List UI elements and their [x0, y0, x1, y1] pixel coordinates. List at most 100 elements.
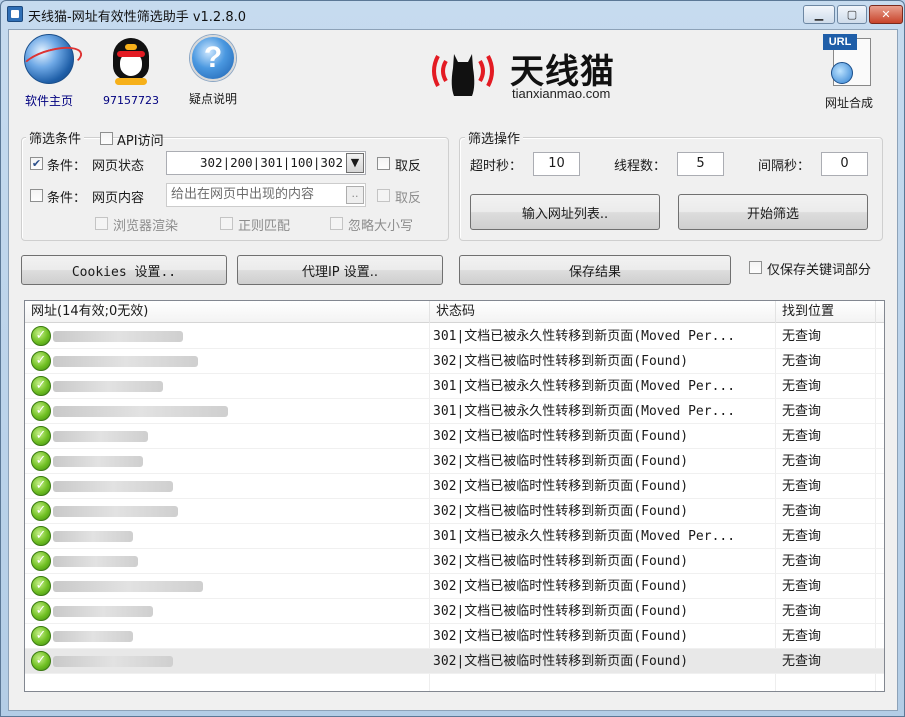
threads-input[interactable]: 5 — [677, 152, 724, 176]
position-cell: 无查询 — [782, 554, 822, 569]
regex-checkbox[interactable] — [220, 217, 233, 230]
position-cell: 无查询 — [782, 429, 822, 444]
table-row[interactable]: ✓ 301|文档已被永久性转移到新页面(Moved Per... 无查询 — [25, 524, 884, 549]
browser-render-checkbox[interactable] — [95, 217, 108, 230]
home-tool[interactable]: 软件主页 — [19, 34, 79, 109]
title-bar[interactable]: 天线猫-网址有效性筛选助手 v1.2.8.0 ▁ ▢ ✕ — [1, 1, 904, 28]
cond1-invert-label: 取反 — [395, 159, 422, 174]
cond1-field: 网页状态 — [92, 159, 145, 174]
input-url-list-button[interactable]: 输入网址列表.. — [470, 194, 660, 230]
check-icon: ✓ — [31, 501, 51, 521]
url-tag: URL — [823, 34, 857, 50]
minimize-button[interactable]: ▁ — [803, 5, 835, 24]
timeout-input[interactable]: 10 — [533, 152, 580, 176]
position-cell: 无查询 — [782, 379, 822, 394]
table-row[interactable]: ✓ 301|文档已被永久性转移到新页面(Moved Per... 无查询 — [25, 374, 884, 399]
keyword-only-checkbox[interactable] — [749, 261, 762, 274]
operation-group-label: 筛选操作 — [465, 128, 524, 147]
table-row[interactable]: ✓ 302|文档已被临时性转移到新页面(Found) 无查询 — [25, 649, 884, 674]
redacted-url — [53, 606, 153, 617]
status-cell: 301|文档已被永久性转移到新页面(Moved Per... — [433, 529, 736, 544]
cond1-label: 条件： — [47, 159, 87, 174]
table-row[interactable]: ✓ 301|文档已被永久性转移到新页面(Moved Per... 无查询 — [25, 324, 884, 349]
table-row[interactable]: ✓ 302|文档已被临时性转移到新页面(Found) 无查询 — [25, 599, 884, 624]
status-cell: 302|文档已被临时性转移到新页面(Found) — [433, 454, 689, 469]
status-cell: 302|文档已被临时性转移到新页面(Found) — [433, 579, 689, 594]
redacted-url — [53, 356, 198, 367]
brand-domain: tianxianmao.com — [512, 86, 611, 101]
status-cell: 301|文档已被永久性转移到新页面(Moved Per... — [433, 379, 736, 394]
home-label[interactable]: 软件主页 — [19, 92, 79, 109]
check-icon: ✓ — [31, 651, 51, 671]
browser-render-label: 浏览器渲染 — [113, 219, 179, 234]
url-cell: ✓ — [25, 324, 428, 349]
qq-penguin-icon — [111, 34, 151, 86]
table-row[interactable]: ✓ 302|文档已被临时性转移到新页面(Found) 无查询 — [25, 449, 884, 474]
position-cell: 无查询 — [782, 479, 822, 494]
url-cell: ✓ — [25, 524, 428, 549]
url-merge-label[interactable]: 网址合成 — [825, 94, 873, 111]
app-icon — [7, 6, 23, 22]
results-table[interactable]: 网址(14有效;0无效) 状态码 找到位置 ✓ 301|文档已被永久性转移到新页面… — [24, 300, 885, 692]
table-row[interactable]: ✓ 302|文档已被临时性转移到新页面(Found) 无查询 — [25, 474, 884, 499]
help-label[interactable]: 疑点说明 — [181, 90, 245, 107]
table-row[interactable]: ✓ 302|文档已被临时性转移到新页面(Found) 无查询 — [25, 549, 884, 574]
redacted-url — [53, 381, 163, 392]
header-url[interactable]: 网址(14有效;0无效) — [25, 301, 430, 323]
threads-label: 线程数： — [614, 159, 667, 174]
ignore-case-label: 忽略大小写 — [348, 219, 414, 234]
start-filter-button[interactable]: 开始筛选 — [678, 194, 868, 230]
redacted-url — [53, 506, 178, 517]
check-icon: ✓ — [31, 401, 51, 421]
url-merge-tool[interactable]: URL — [823, 32, 875, 90]
cond2-checkbox[interactable] — [30, 189, 43, 202]
position-cell: 无查询 — [782, 604, 822, 619]
status-cell: 302|文档已被临时性转移到新页面(Found) — [433, 629, 689, 644]
header-status[interactable]: 状态码 — [430, 301, 776, 323]
table-row[interactable]: ✓ 302|文档已被临时性转移到新页面(Found) 无查询 — [25, 499, 884, 524]
status-cell: 302|文档已被临时性转移到新页面(Found) — [433, 554, 689, 569]
cond2-invert-checkbox[interactable] — [377, 189, 390, 202]
proxy-settings-button[interactable]: 代理IP 设置.. — [237, 255, 443, 285]
save-results-button[interactable]: 保存结果 — [459, 255, 731, 285]
status-cell: 302|文档已被临时性转移到新页面(Found) — [433, 604, 689, 619]
url-cell: ✓ — [25, 449, 428, 474]
table-row[interactable]: ✓ 302|文档已被临时性转移到新页面(Found) 无查询 — [25, 424, 884, 449]
header-position[interactable]: 找到位置 — [776, 301, 876, 323]
url-cell: ✓ — [25, 424, 428, 449]
content-input[interactable]: 给出在网页中出现的内容 — [166, 183, 366, 207]
check-icon: ✓ — [31, 326, 51, 346]
cookies-settings-button[interactable]: Cookies 设置.. — [21, 255, 227, 285]
window-title: 天线猫-网址有效性筛选助手 v1.2.8.0 — [28, 10, 246, 25]
small-globe-icon — [831, 62, 853, 84]
table-row[interactable]: ✓ 301|文档已被永久性转移到新页面(Moved Per... 无查询 — [25, 399, 884, 424]
position-cell: 无查询 — [782, 579, 822, 594]
cond1-invert-checkbox[interactable] — [377, 157, 390, 170]
check-icon: ✓ — [31, 551, 51, 571]
interval-input[interactable]: 0 — [821, 152, 868, 176]
table-row[interactable]: ✓ 302|文档已被临时性转移到新页面(Found) 无查询 — [25, 349, 884, 374]
table-row[interactable]: ✓ 302|文档已被临时性转移到新页面(Found) 无查询 — [25, 574, 884, 599]
ignore-case-checkbox[interactable] — [330, 217, 343, 230]
position-cell: 无查询 — [782, 404, 822, 419]
cond1-checkbox[interactable]: ✔ — [30, 157, 43, 170]
more-button[interactable]: .. — [346, 186, 364, 204]
globe-icon — [24, 34, 74, 84]
api-checkbox[interactable] — [100, 132, 113, 145]
chevron-down-icon[interactable]: ▼ — [346, 153, 364, 173]
table-header: 网址(14有效;0无效) 状态码 找到位置 — [25, 301, 884, 323]
url-cell: ✓ — [25, 649, 428, 674]
client-area: 软件主页 97157723 ? 疑点说明 天线猫 tianxianmao.com — [8, 29, 898, 711]
redacted-url — [53, 556, 138, 567]
app-window: 天线猫-网址有效性筛选助手 v1.2.8.0 ▁ ▢ ✕ 软件主页 971577… — [0, 0, 905, 717]
close-button[interactable]: ✕ — [869, 5, 903, 24]
status-code-select[interactable]: 302|200|301|100|302 — [166, 151, 366, 175]
qq-tool[interactable]: 97157723 — [99, 34, 163, 107]
brand-logo: 天线猫 tianxianmao.com — [428, 40, 628, 104]
help-tool[interactable]: ? 疑点说明 — [181, 35, 245, 107]
table-row[interactable]: ✓ 302|文档已被临时性转移到新页面(Found) 无查询 — [25, 624, 884, 649]
interval-label: 间隔秒： — [758, 159, 811, 174]
maximize-button[interactable]: ▢ — [837, 5, 867, 24]
qq-number[interactable]: 97157723 — [99, 94, 163, 107]
check-icon: ✓ — [31, 626, 51, 646]
